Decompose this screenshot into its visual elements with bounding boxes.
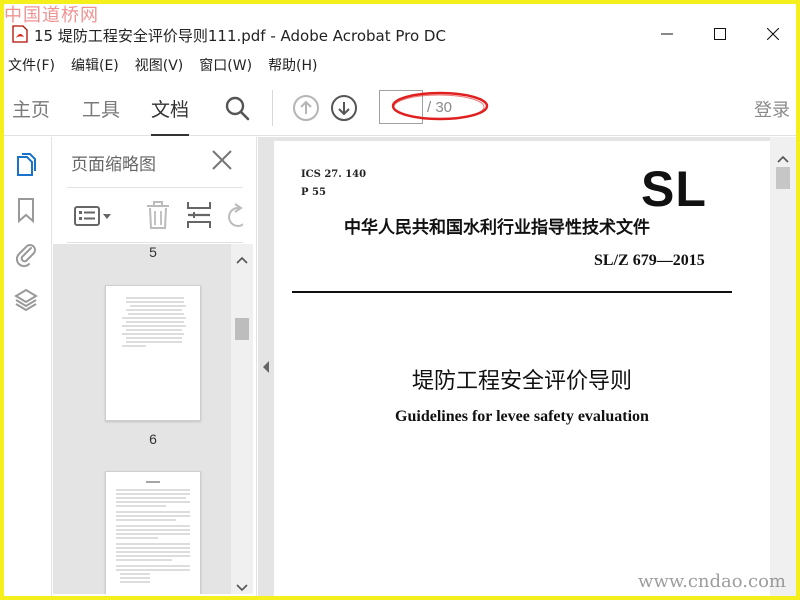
document-title-en: Guidelines for levee safety evaluation: [395, 408, 649, 425]
thumbnail-scrollbar[interactable]: [231, 244, 253, 594]
sl-logo: SL: [641, 161, 707, 217]
close-icon[interactable]: [211, 149, 233, 171]
navigation-pane: [4, 137, 52, 596]
thumbnail-page-7[interactable]: [105, 471, 201, 594]
document-scroll-thumb[interactable]: [776, 167, 790, 189]
search-icon[interactable]: [224, 95, 250, 121]
p-number: P 55: [301, 187, 326, 198]
arrow-up-circle-icon[interactable]: [292, 94, 320, 122]
menu-edit[interactable]: 编辑(E): [67, 55, 125, 75]
ics-code: ICS 27. 140: [301, 169, 367, 180]
paperclip-icon[interactable]: [12, 240, 40, 268]
pdf-page: ICS 27. 140 P 55 SL 中华人民共和国水利行业指导性技术文件 S…: [274, 141, 770, 596]
menu-help[interactable]: 帮助(H): [264, 55, 323, 75]
tab-home[interactable]: 主页: [12, 95, 50, 122]
document-view: ICS 27. 140 P 55 SL 中华人民共和国水利行业指导性技术文件 S…: [258, 137, 796, 596]
chevron-left-icon[interactable]: [261, 359, 271, 373]
acrobat-pdf-icon: [12, 25, 28, 43]
menu-view[interactable]: 视图(V): [131, 55, 190, 75]
thumbnail-list: 5 6: [53, 244, 253, 594]
organization-title: 中华人民共和国水利行业指导性技术文件: [344, 218, 650, 238]
title-bar: 15 堤防工程安全评价导则111.pdf - Adobe Acrobat Pro…: [4, 18, 796, 50]
thumbnail-label-partial: 5: [149, 244, 157, 260]
page-number-input[interactable]: [379, 90, 423, 124]
trash-icon[interactable]: [145, 200, 171, 230]
chevron-down-icon[interactable]: [235, 578, 249, 592]
thumbnail-toolbar: [67, 187, 243, 243]
window-title: 15 堤防工程安全评价导则111.pdf - Adobe Acrobat Pro…: [34, 27, 446, 45]
menu-window[interactable]: 窗口(W): [195, 55, 258, 75]
document-title-cn: 堤防工程安全评价导则: [411, 369, 632, 394]
menu-bar: 文件(F) 编辑(E) 视图(V) 窗口(W) 帮助(H): [4, 52, 796, 78]
watermark-bottom: www.cndao.com: [638, 571, 786, 592]
header-rule: [292, 291, 732, 293]
main-toolbar: 主页 工具 文档 / 30 登录: [4, 82, 796, 136]
page-total: / 30: [427, 99, 453, 116]
bookmark-icon[interactable]: [12, 196, 40, 224]
collapse-panel-button[interactable]: [258, 137, 274, 596]
thumbnail-scroll-thumb[interactable]: [235, 318, 249, 340]
thumbnail-label-page-6: 6: [149, 431, 157, 447]
menu-file[interactable]: 文件(F): [4, 55, 61, 75]
pages-icon[interactable]: [12, 151, 40, 179]
toolbar-divider: [272, 90, 273, 126]
watermark-top: 中国道桥网: [4, 5, 99, 26]
chevron-up-icon[interactable]: [235, 250, 249, 264]
insert-page-icon[interactable]: [185, 200, 213, 230]
rotate-icon[interactable]: [225, 202, 243, 230]
minimize-button[interactable]: [644, 18, 690, 50]
close-window-button[interactable]: [750, 18, 796, 50]
layers-icon[interactable]: [12, 286, 40, 314]
panel-title: 页面缩略图: [71, 155, 156, 175]
arrow-down-circle-icon[interactable]: [330, 94, 358, 122]
chevron-up-icon[interactable]: [776, 149, 790, 163]
maximize-button[interactable]: [697, 18, 743, 50]
options-menu-icon[interactable]: [73, 202, 113, 230]
standard-code: SL/Z 679—2015: [594, 252, 705, 269]
page-thumbnails-panel: 页面缩略图 5 6: [53, 137, 257, 596]
document-scrollbar[interactable]: [770, 137, 796, 596]
login-button[interactable]: 登录: [754, 96, 790, 122]
tab-tools[interactable]: 工具: [82, 95, 120, 122]
thumbnail-page-6[interactable]: [105, 285, 201, 421]
tab-document[interactable]: 文档: [151, 95, 190, 136]
